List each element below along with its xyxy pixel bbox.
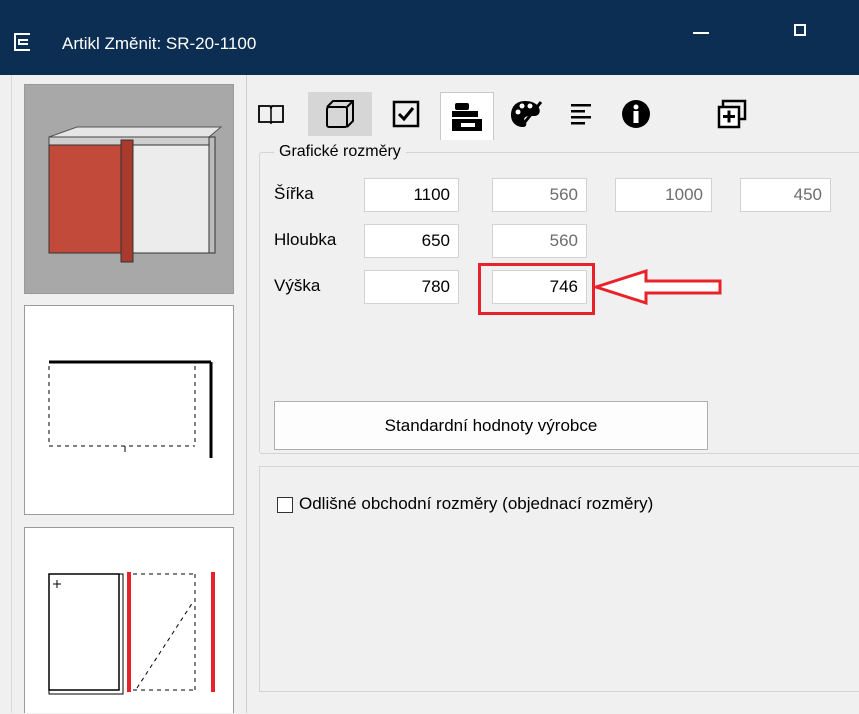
book-icon bbox=[258, 105, 284, 125]
group-title: Grafické rozměry bbox=[274, 143, 406, 161]
info-icon bbox=[622, 100, 650, 128]
app-icon bbox=[14, 33, 30, 51]
width-field-1[interactable]: 1100 bbox=[364, 178, 459, 212]
front-view-icon bbox=[48, 572, 215, 695]
annotation-arrow-icon bbox=[592, 268, 722, 306]
tb-check-button[interactable] bbox=[384, 92, 428, 136]
palette-icon bbox=[511, 101, 543, 127]
preview-3d-thumbnail[interactable] bbox=[24, 84, 234, 294]
tb-window-add-button[interactable] bbox=[710, 92, 754, 136]
different-dims-checkbox[interactable] bbox=[277, 497, 293, 513]
panel-separator bbox=[246, 75, 247, 713]
width-field-3[interactable]: 1000 bbox=[615, 178, 712, 212]
width-field-2[interactable]: 560 bbox=[492, 178, 587, 212]
depth-field-1[interactable]: 650 bbox=[364, 224, 459, 258]
left-border bbox=[0, 75, 12, 713]
maximize-icon bbox=[794, 24, 806, 36]
label-depth: Hloubka bbox=[274, 230, 337, 249]
manufacturer-defaults-button[interactable]: Standardní hodnoty výrobce bbox=[274, 401, 708, 450]
minimize-icon bbox=[693, 32, 709, 34]
top-view-thumbnail[interactable] bbox=[24, 305, 234, 515]
minimize-button[interactable] bbox=[683, 12, 719, 48]
tb-cube-button[interactable] bbox=[308, 92, 372, 136]
checkbox-icon bbox=[392, 100, 420, 128]
text-align-icon bbox=[571, 104, 591, 125]
cube-icon bbox=[326, 100, 354, 128]
window-add-icon bbox=[717, 99, 747, 129]
cabinet-3d-icon bbox=[48, 126, 223, 263]
label-height: Výška bbox=[274, 276, 321, 295]
top-view-icon bbox=[48, 360, 213, 458]
tb-dimensions-button[interactable] bbox=[440, 92, 494, 140]
tb-book-button[interactable] bbox=[252, 92, 290, 136]
annotation-highlight-box bbox=[478, 263, 595, 315]
depth-field-2[interactable]: 560 bbox=[492, 224, 587, 258]
label-width: Šířka bbox=[274, 184, 314, 203]
tb-text-button[interactable] bbox=[562, 92, 602, 136]
height-field-1[interactable]: 780 bbox=[364, 270, 459, 304]
maximize-button[interactable] bbox=[780, 12, 820, 48]
front-view-thumbnail[interactable] bbox=[24, 527, 234, 713]
tb-info-button[interactable] bbox=[614, 92, 658, 136]
title-bar: Artikl Změnit: SR-20-1100 bbox=[0, 0, 859, 75]
window-title: Artikl Změnit: SR-20-1100 bbox=[62, 34, 257, 53]
tb-palette-button[interactable] bbox=[504, 92, 548, 136]
different-dims-label[interactable]: Odlišné obchodní rozměry (objednací rozm… bbox=[299, 494, 653, 514]
dimensions-icon bbox=[452, 102, 482, 131]
width-field-4[interactable]: 450 bbox=[740, 178, 831, 212]
